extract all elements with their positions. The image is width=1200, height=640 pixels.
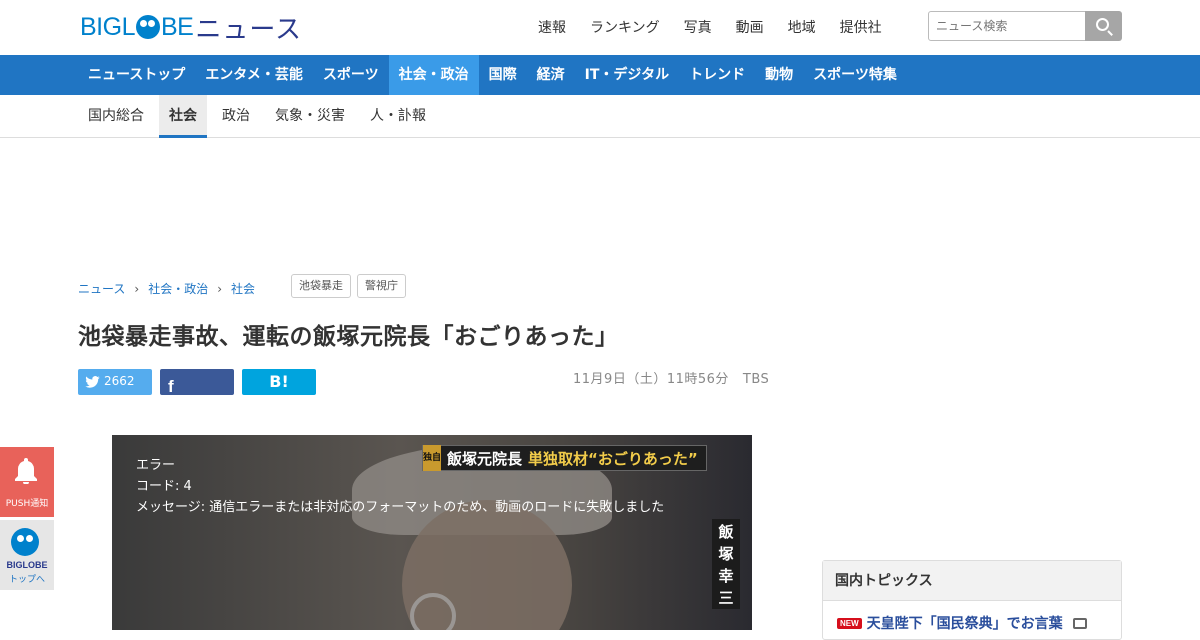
hatena-bookmark-button[interactable]: B! [242, 369, 316, 395]
cat-animals[interactable]: 動物 [755, 55, 803, 95]
cat-sports[interactable]: スポーツ [313, 55, 389, 95]
sub-nav: 国内総合 社会 政治 気象・災害 人・訃報 [0, 95, 1200, 138]
top-nav-video[interactable]: 動画 [736, 17, 764, 37]
article-title: 池袋暴走事故、運転の飯塚元院長「おごりあった」 [78, 324, 619, 350]
search-input[interactable] [928, 11, 1086, 41]
category-nav: ニューストップ エンタメ・芸能 スポーツ 社会・政治 国際 経済 IT・デジタル… [0, 55, 1200, 95]
push-notification-button[interactable]: PUSH通知 [0, 447, 54, 517]
logo-news-text: ニュース [195, 14, 303, 45]
biglobe-ball-icon [135, 15, 160, 39]
breadcrumb-society-politics[interactable]: 社会・政治 [148, 280, 208, 297]
error-title: エラー [136, 458, 176, 473]
video-side-char: 飯 [718, 523, 734, 541]
error-detail: メッセージ: 通信エラーまたは非対応のフォーマットのため、動画のロードに失敗しま… [136, 500, 665, 515]
subnav-politics[interactable]: 政治 [212, 95, 260, 138]
top-nav-ranking[interactable]: ランキング [590, 17, 660, 37]
biglobe-top-sublabel: トップへ [8, 575, 45, 585]
cat-sports-special[interactable]: スポーツ特集 [803, 55, 907, 95]
article-date: 11月9日（土）11時56分 [573, 372, 729, 387]
breadcrumb-society[interactable]: 社会 [231, 280, 255, 297]
cat-news-top[interactable]: ニューストップ [78, 55, 195, 95]
biglobe-top-button[interactable]: BIGLOBE トップへ [0, 520, 54, 590]
subnav-domestic[interactable]: 国内総合 [78, 95, 154, 138]
topic-link[interactable]: 天皇陛下「国民祭典」でお言葉 [867, 613, 1063, 633]
domestic-topics-heading: 国内トピックス [823, 561, 1121, 601]
video-side-char: 飯塚幸三 [712, 521, 740, 609]
video-camera-icon [1072, 617, 1087, 629]
twitter-share-button[interactable]: 2662 [78, 369, 152, 395]
cat-international[interactable]: 国際 [479, 55, 527, 95]
biglobe-top-label: BIGLOBE [6, 560, 48, 570]
subnav-weather-disaster[interactable]: 気象・災害 [265, 95, 355, 138]
video-side-char: 三 [718, 589, 734, 607]
top-nav-region[interactable]: 地域 [788, 17, 816, 37]
top-nav: 速報 ランキング 写真 動画 地域 提供社 [538, 17, 906, 37]
tag-ikebukuro[interactable]: 池袋暴走 [291, 274, 351, 298]
tag-list: 池袋暴走 警視庁 [291, 274, 412, 298]
domestic-topics-box: 国内トピックス NEW 天皇陛下「国民祭典」でお言葉 [822, 560, 1122, 640]
site-header: BIGL BE ニュース 速報 ランキング 写真 動画 地域 提供社 [0, 0, 1200, 55]
breadcrumb: ニュース › 社会・政治 › 社会 [78, 280, 255, 297]
twitter-bird-icon [85, 376, 100, 388]
bell-icon [15, 458, 37, 484]
cat-entertainment[interactable]: エンタメ・芸能 [195, 55, 313, 95]
top-nav-sokuho[interactable]: 速報 [538, 17, 566, 37]
cat-trend[interactable]: トレンド [679, 55, 755, 95]
cat-it-digital[interactable]: IT・デジタル [575, 55, 679, 95]
facebook-share-button[interactable]: f [160, 369, 234, 396]
facebook-icon: f [168, 377, 174, 396]
top-nav-photo[interactable]: 写真 [684, 17, 712, 37]
chevron-right-icon: › [217, 281, 223, 296]
twitter-count: 2662 [104, 374, 135, 388]
video-side-char: 幸 [718, 567, 734, 585]
error-code: コード: 4 [136, 479, 192, 494]
tag-police[interactable]: 警視庁 [357, 274, 406, 298]
chevron-right-icon: › [134, 281, 140, 296]
video-side-char: 塚 [718, 545, 734, 563]
site-logo[interactable]: BIGL BE ニュース [80, 12, 302, 45]
video-player[interactable]: 独自 飯塚元院長 単独取材“おごりあった” 飯塚幸三 エラー コード: 4 メッ… [112, 435, 752, 630]
logo-brand-tail: BE [160, 12, 194, 41]
subnav-obituary[interactable]: 人・訃報 [360, 95, 436, 138]
search-icon [1096, 18, 1109, 31]
article-source[interactable]: TBS [743, 372, 769, 387]
video-side-caption: 飯塚幸三 [712, 519, 740, 609]
new-badge: NEW [837, 617, 862, 629]
subnav-society[interactable]: 社会 [159, 95, 207, 138]
push-label: PUSH通知 [5, 499, 49, 509]
cat-economy[interactable]: 経済 [527, 55, 575, 95]
topic-item[interactable]: NEW 天皇陛下「国民祭典」でお言葉 [837, 613, 1087, 633]
biglobe-mascot-icon [11, 528, 39, 556]
logo-brand-text: BIGL [80, 12, 135, 41]
cat-society-politics[interactable]: 社会・政治 [388, 55, 479, 95]
top-nav-provider[interactable]: 提供社 [840, 17, 882, 37]
search-button[interactable] [1085, 11, 1122, 41]
article-meta: 11月9日（土）11時56分 TBS [573, 368, 783, 387]
search-box [928, 11, 1122, 41]
breadcrumb-news[interactable]: ニュース [78, 280, 125, 297]
video-error-message: エラー コード: 4 メッセージ: 通信エラーまたは非対応のフォーマットのため、… [136, 455, 726, 518]
